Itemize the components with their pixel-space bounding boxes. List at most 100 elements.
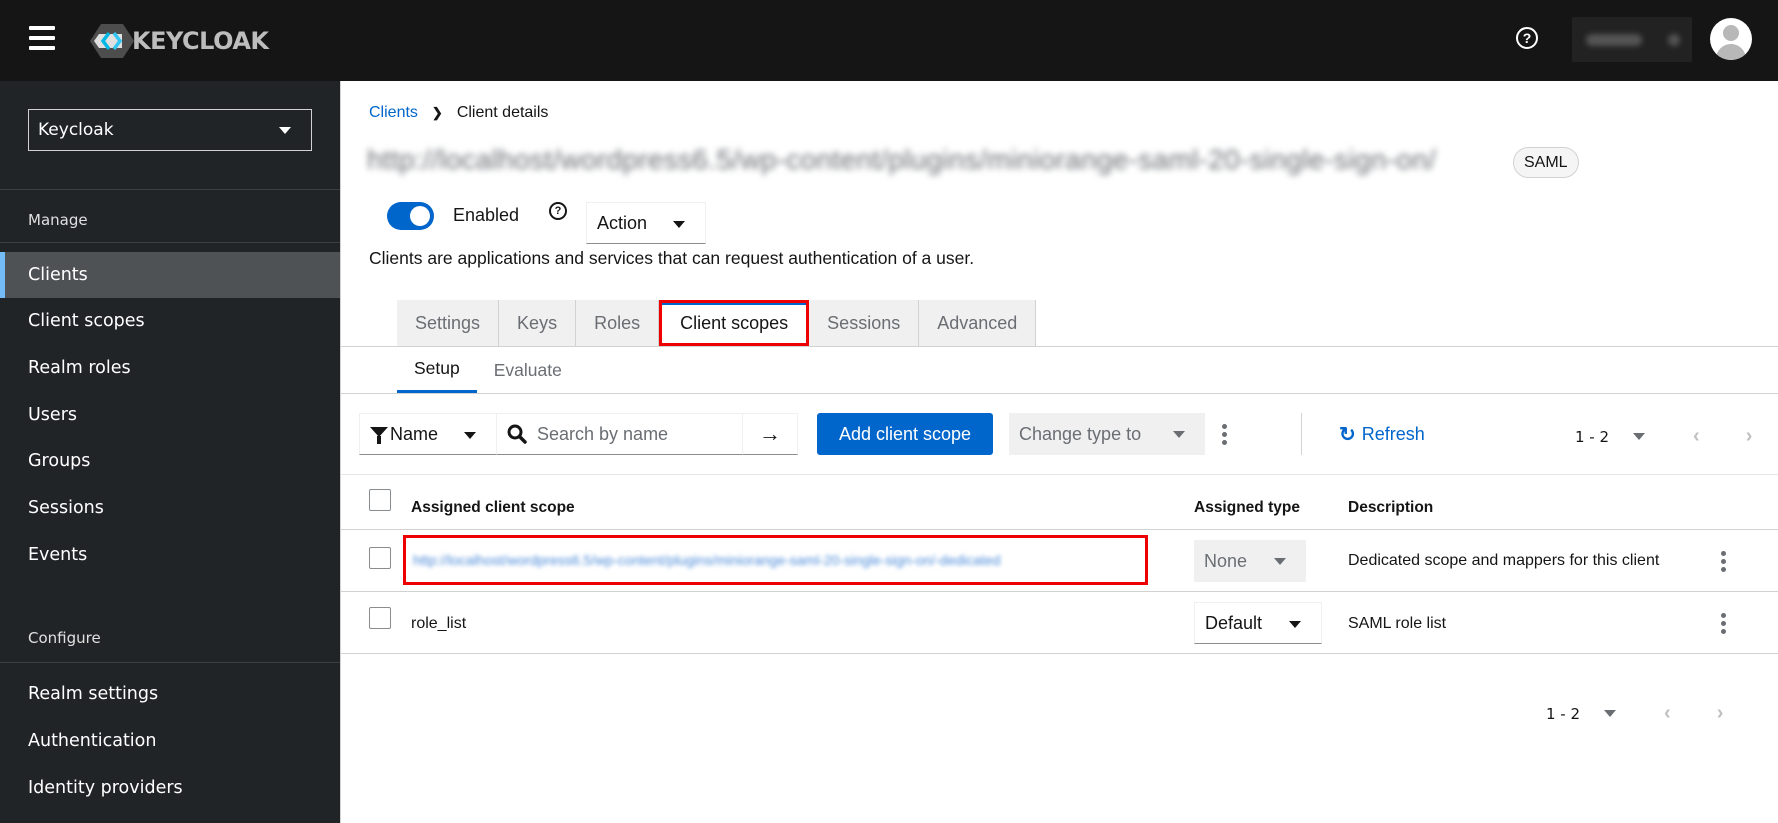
pagination-bottom: 1 - 2 ‹ › xyxy=(1546,702,1723,725)
caret-down-icon xyxy=(464,432,476,439)
sidebar-item-groups[interactable]: Groups xyxy=(0,438,340,484)
tab-sessions[interactable]: Sessions xyxy=(809,300,920,346)
toolbar-kebab-menu-icon[interactable] xyxy=(1214,413,1234,455)
divider xyxy=(341,393,1778,394)
table-toolbar: Name → Add client scope Change type to ↻… xyxy=(359,413,1769,455)
previous-page-icon[interactable]: ‹ xyxy=(1693,425,1700,448)
tab-client-scopes[interactable]: Client scopes xyxy=(659,300,810,346)
divider xyxy=(0,662,340,663)
nav-group-configure: Configure xyxy=(28,629,101,647)
divider xyxy=(1301,413,1302,455)
keycloak-logo-icon xyxy=(90,24,134,58)
hamburger-menu-icon[interactable] xyxy=(29,26,55,50)
sidebar-item-events[interactable]: Events xyxy=(0,532,340,578)
sidebar-item-authentication[interactable]: Authentication xyxy=(0,718,340,764)
breadcrumb-clients-link[interactable]: Clients xyxy=(369,104,418,122)
sidebar-item-users[interactable]: Users xyxy=(0,392,340,438)
divider xyxy=(0,189,340,190)
next-page-icon[interactable]: › xyxy=(1746,425,1753,448)
keycloak-logo[interactable]: KEYCLOAK xyxy=(90,22,269,60)
sidebar-item-sessions[interactable]: Sessions xyxy=(0,485,340,531)
help-icon[interactable]: ? xyxy=(1516,27,1538,49)
search-input[interactable] xyxy=(537,423,737,445)
action-label: Action xyxy=(597,212,648,233)
nav-group-manage: Manage xyxy=(28,211,88,229)
search-field xyxy=(496,413,742,455)
filter-label: Name xyxy=(390,423,439,444)
tab-keys[interactable]: Keys xyxy=(499,300,577,346)
tab-settings[interactable]: Settings xyxy=(397,300,500,346)
brand-name: KEYCLOAK xyxy=(132,27,269,55)
column-header-assigned-client-scope[interactable]: Assigned client scope xyxy=(411,499,575,517)
column-header-description[interactable]: Description xyxy=(1348,499,1433,517)
next-page-icon[interactable]: › xyxy=(1717,702,1724,725)
sync-icon: ↻ xyxy=(1339,423,1356,446)
client-scopes-subtabs: Setup Evaluate xyxy=(397,347,579,393)
search-icon xyxy=(507,424,527,444)
caret-down-icon xyxy=(279,127,291,134)
scope-name-link[interactable]: http://localhost/wordpress6.5/wp-content… xyxy=(413,552,1001,568)
table-header-row: Assigned client scope Assigned type Desc… xyxy=(341,475,1778,530)
change-type-label: Change type to xyxy=(1019,423,1142,444)
search-submit-button[interactable]: → xyxy=(742,413,798,455)
previous-page-icon[interactable]: ‹ xyxy=(1664,702,1671,725)
enabled-toggle[interactable] xyxy=(387,202,434,230)
select-all-checkbox[interactable] xyxy=(369,489,391,511)
masthead: KEYCLOAK ? xyxy=(0,0,1778,81)
tab-roles[interactable]: Roles xyxy=(576,300,660,346)
action-dropdown[interactable]: Action xyxy=(586,202,706,244)
refresh-label: Refresh xyxy=(1361,423,1425,444)
scope-description: Dedicated scope and mappers for this cli… xyxy=(1348,552,1660,569)
client-tabs: Settings Keys Roles Client scopes Sessio… xyxy=(397,300,1037,346)
divider xyxy=(0,242,340,243)
filter-attribute-dropdown[interactable]: Name xyxy=(359,413,496,455)
subtab-setup[interactable]: Setup xyxy=(397,347,477,393)
caret-down-icon[interactable] xyxy=(1604,710,1617,717)
caret-down-icon xyxy=(1173,431,1185,438)
arrow-right-icon: → xyxy=(759,421,781,446)
assigned-type-value: None xyxy=(1204,550,1248,571)
row-kebab-menu-icon[interactable] xyxy=(1713,602,1733,644)
pagination-range[interactable]: 1 - 2 xyxy=(1546,705,1580,723)
sidebar-item-realm-settings[interactable]: Realm settings xyxy=(0,671,340,717)
sidebar-item-client-scopes[interactable]: Client scopes xyxy=(0,298,340,344)
protocol-badge: SAML xyxy=(1513,147,1579,178)
row-checkbox[interactable] xyxy=(369,607,391,629)
assigned-type-dropdown[interactable]: None xyxy=(1194,540,1306,582)
caret-down-icon xyxy=(673,221,685,228)
enabled-label: Enabled xyxy=(453,205,520,225)
user-menu-dropdown[interactable] xyxy=(1572,17,1692,62)
breadcrumb-current: Client details xyxy=(456,104,549,121)
add-client-scope-button[interactable]: Add client scope xyxy=(817,413,993,455)
sidebar: Keycloak Manage Clients Client scopes Re… xyxy=(0,81,340,823)
sidebar-item-clients[interactable]: Clients xyxy=(0,252,340,298)
change-type-dropdown[interactable]: Change type to xyxy=(1009,413,1205,455)
page-description: Clients are applications and services th… xyxy=(369,248,975,268)
table-row: role_list Default SAML role list xyxy=(341,592,1778,654)
breadcrumb: Clients ❯ Client details xyxy=(369,104,548,122)
sidebar-item-realm-roles[interactable]: Realm roles xyxy=(0,345,340,391)
column-header-assigned-type[interactable]: Assigned type xyxy=(1194,499,1300,517)
table-row: http://localhost/wordpress6.5/wp-content… xyxy=(341,530,1778,592)
assigned-type-dropdown[interactable]: Default xyxy=(1194,602,1322,644)
caret-down-icon[interactable] xyxy=(1633,433,1646,440)
realm-selector[interactable]: Keycloak xyxy=(28,109,312,151)
row-kebab-menu-icon[interactable] xyxy=(1713,540,1733,582)
subtab-evaluate[interactable]: Evaluate xyxy=(477,347,579,393)
sidebar-item-identity-providers[interactable]: Identity providers xyxy=(0,765,340,811)
scope-name[interactable]: role_list xyxy=(411,615,466,633)
assigned-type-value: Default xyxy=(1205,612,1263,633)
scope-description: SAML role list xyxy=(1348,615,1447,632)
chevron-right-icon: ❯ xyxy=(431,105,443,120)
refresh-button[interactable]: ↻ Refresh xyxy=(1339,413,1425,455)
pagination-range[interactable]: 1 - 2 xyxy=(1575,428,1609,446)
caret-down-icon xyxy=(1274,558,1286,565)
filter-icon xyxy=(370,427,388,444)
caret-down-icon xyxy=(1668,33,1680,46)
row-checkbox[interactable] xyxy=(369,547,391,569)
tab-advanced[interactable]: Advanced xyxy=(919,300,1037,346)
pagination-top: 1 - 2 ‹ › xyxy=(1575,425,1752,448)
page-title: http://localhost/wordpress6.5/wp-content… xyxy=(367,144,1437,175)
help-icon[interactable]: ? xyxy=(549,202,567,220)
avatar[interactable] xyxy=(1710,18,1752,60)
